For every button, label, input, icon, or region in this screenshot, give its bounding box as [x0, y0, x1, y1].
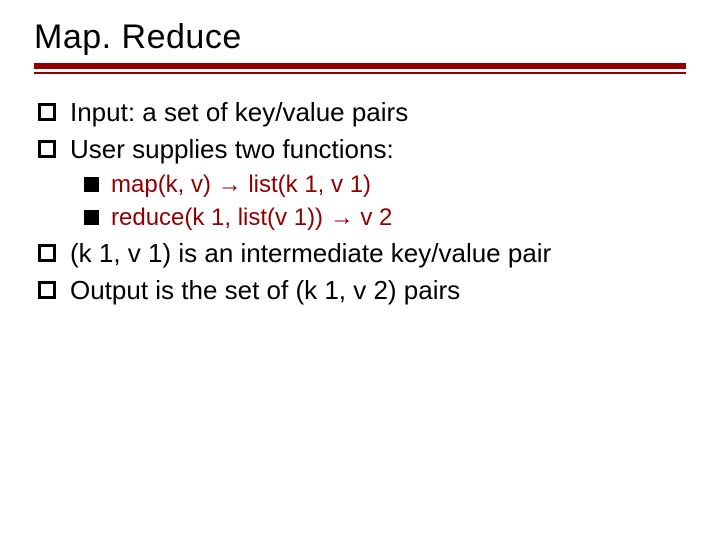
list-item: map(k, v) → list(k 1, v 1)	[84, 169, 686, 200]
title-rule-thin	[34, 72, 686, 74]
list-item-text: map(k, v) → list(k 1, v 1)	[111, 169, 686, 200]
list-item-text: User supplies two functions:	[70, 133, 686, 166]
filled-square-icon	[84, 210, 99, 225]
list-item-text: Output is the set of (k 1, v 2) pairs	[70, 274, 686, 307]
hollow-square-icon	[38, 281, 56, 299]
filled-square-icon	[84, 177, 99, 192]
list-item: Output is the set of (k 1, v 2) pairs	[38, 274, 686, 307]
list-item-text: Input: a set of key/value pairs	[70, 96, 686, 129]
list-item: Input: a set of key/value pairs	[38, 96, 686, 129]
slide: Map. Reduce Input: a set of key/value pa…	[0, 0, 720, 540]
list-item: User supplies two functions:	[38, 133, 686, 166]
list-item-text: reduce(k 1, list(v 1)) → v 2	[111, 202, 686, 233]
list-item: reduce(k 1, list(v 1)) → v 2	[84, 202, 686, 233]
hollow-square-icon	[38, 244, 56, 262]
slide-title: Map. Reduce	[34, 18, 686, 57]
hollow-square-icon	[38, 103, 56, 121]
list-item-text: (k 1, v 1) is an intermediate key/value …	[70, 237, 686, 270]
hollow-square-icon	[38, 140, 56, 158]
list-item: (k 1, v 1) is an intermediate key/value …	[38, 237, 686, 270]
